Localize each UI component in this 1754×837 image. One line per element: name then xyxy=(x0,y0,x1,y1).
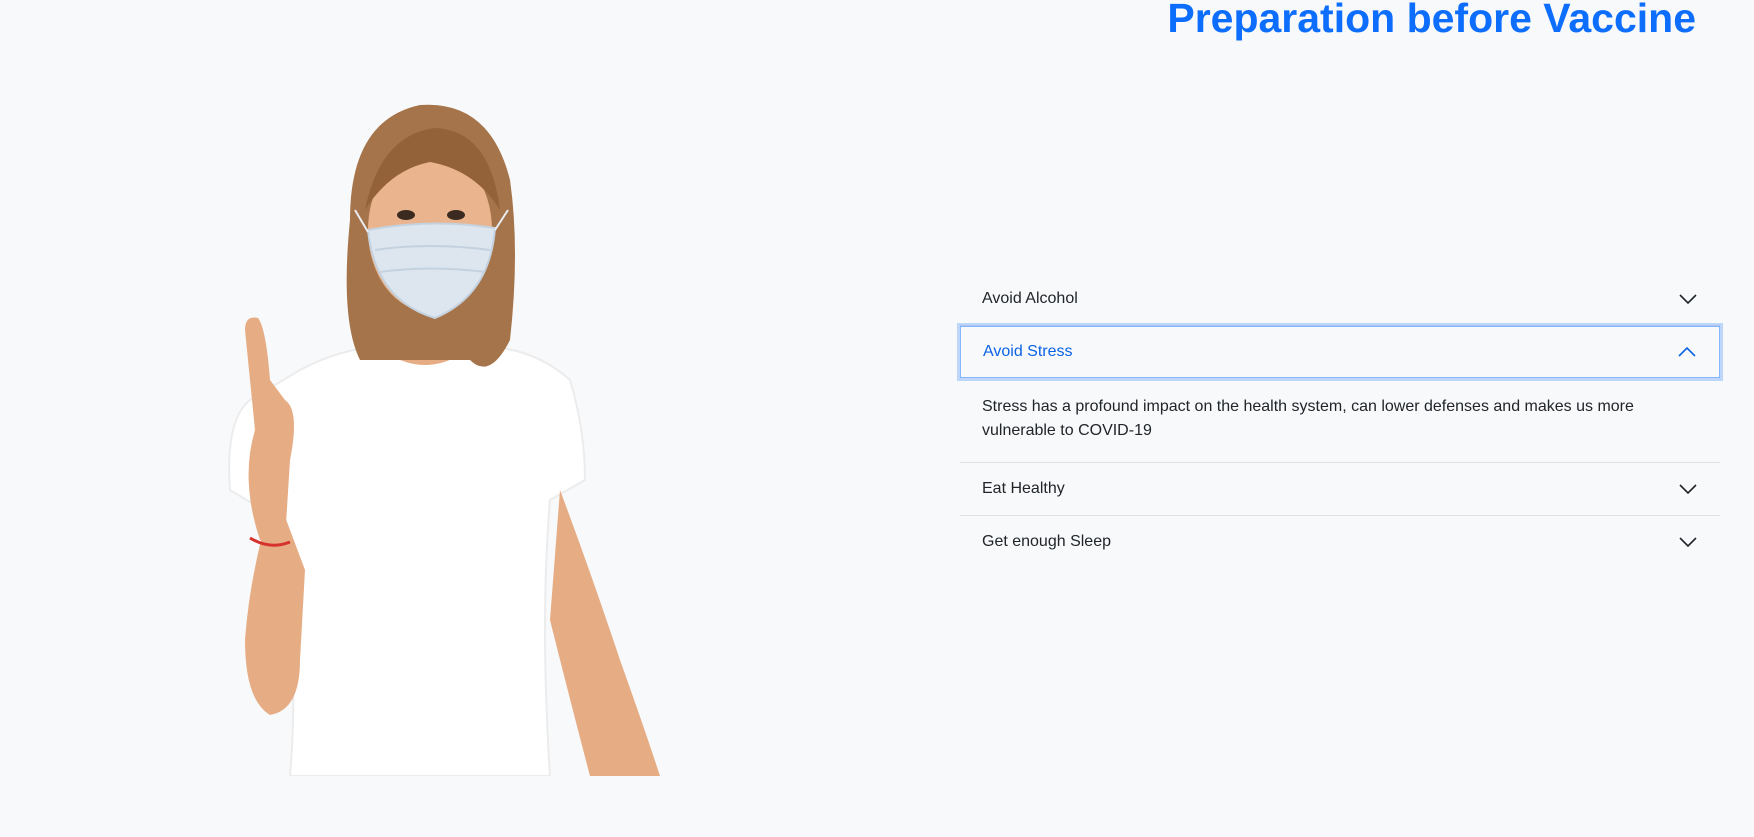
chevron-up-icon xyxy=(1678,346,1696,357)
woman-in-mask-illustration xyxy=(228,104,660,776)
chevron-down-icon xyxy=(1679,294,1697,305)
accordion-item-get-enough-sleep: Get enough Sleep xyxy=(960,516,1720,568)
accordion-header-label: Avoid Stress xyxy=(983,343,1073,360)
accordion-item-avoid-alcohol: Avoid Alcohol xyxy=(960,273,1720,326)
accordion-header-get-enough-sleep[interactable]: Get enough Sleep xyxy=(960,516,1720,568)
accordion-header-label: Avoid Alcohol xyxy=(982,290,1078,307)
accordion-header-avoid-stress[interactable]: Avoid Stress xyxy=(960,326,1720,378)
accordion-header-eat-healthy[interactable]: Eat Healthy xyxy=(960,463,1720,515)
accordion-item-eat-healthy: Eat Healthy xyxy=(960,463,1720,516)
accordion-body-avoid-stress: Stress has a profound impact on the heal… xyxy=(982,398,1634,439)
accordion-item-avoid-stress: Avoid Stress Stress has a profound impac… xyxy=(960,326,1720,463)
page-title: Preparation before Vaccine xyxy=(1167,0,1696,41)
preparation-accordion: Avoid Alcohol Avoid Stress Stress has a … xyxy=(960,273,1720,568)
accordion-header-label: Eat Healthy xyxy=(982,480,1065,497)
chevron-down-icon xyxy=(1679,484,1697,495)
page: Preparation before Vaccine Avoid Alcohol… xyxy=(0,0,1754,837)
accordion-header-label: Get enough Sleep xyxy=(982,533,1111,550)
accordion-header-avoid-alcohol[interactable]: Avoid Alcohol xyxy=(960,273,1720,325)
chevron-down-icon xyxy=(1679,537,1697,548)
